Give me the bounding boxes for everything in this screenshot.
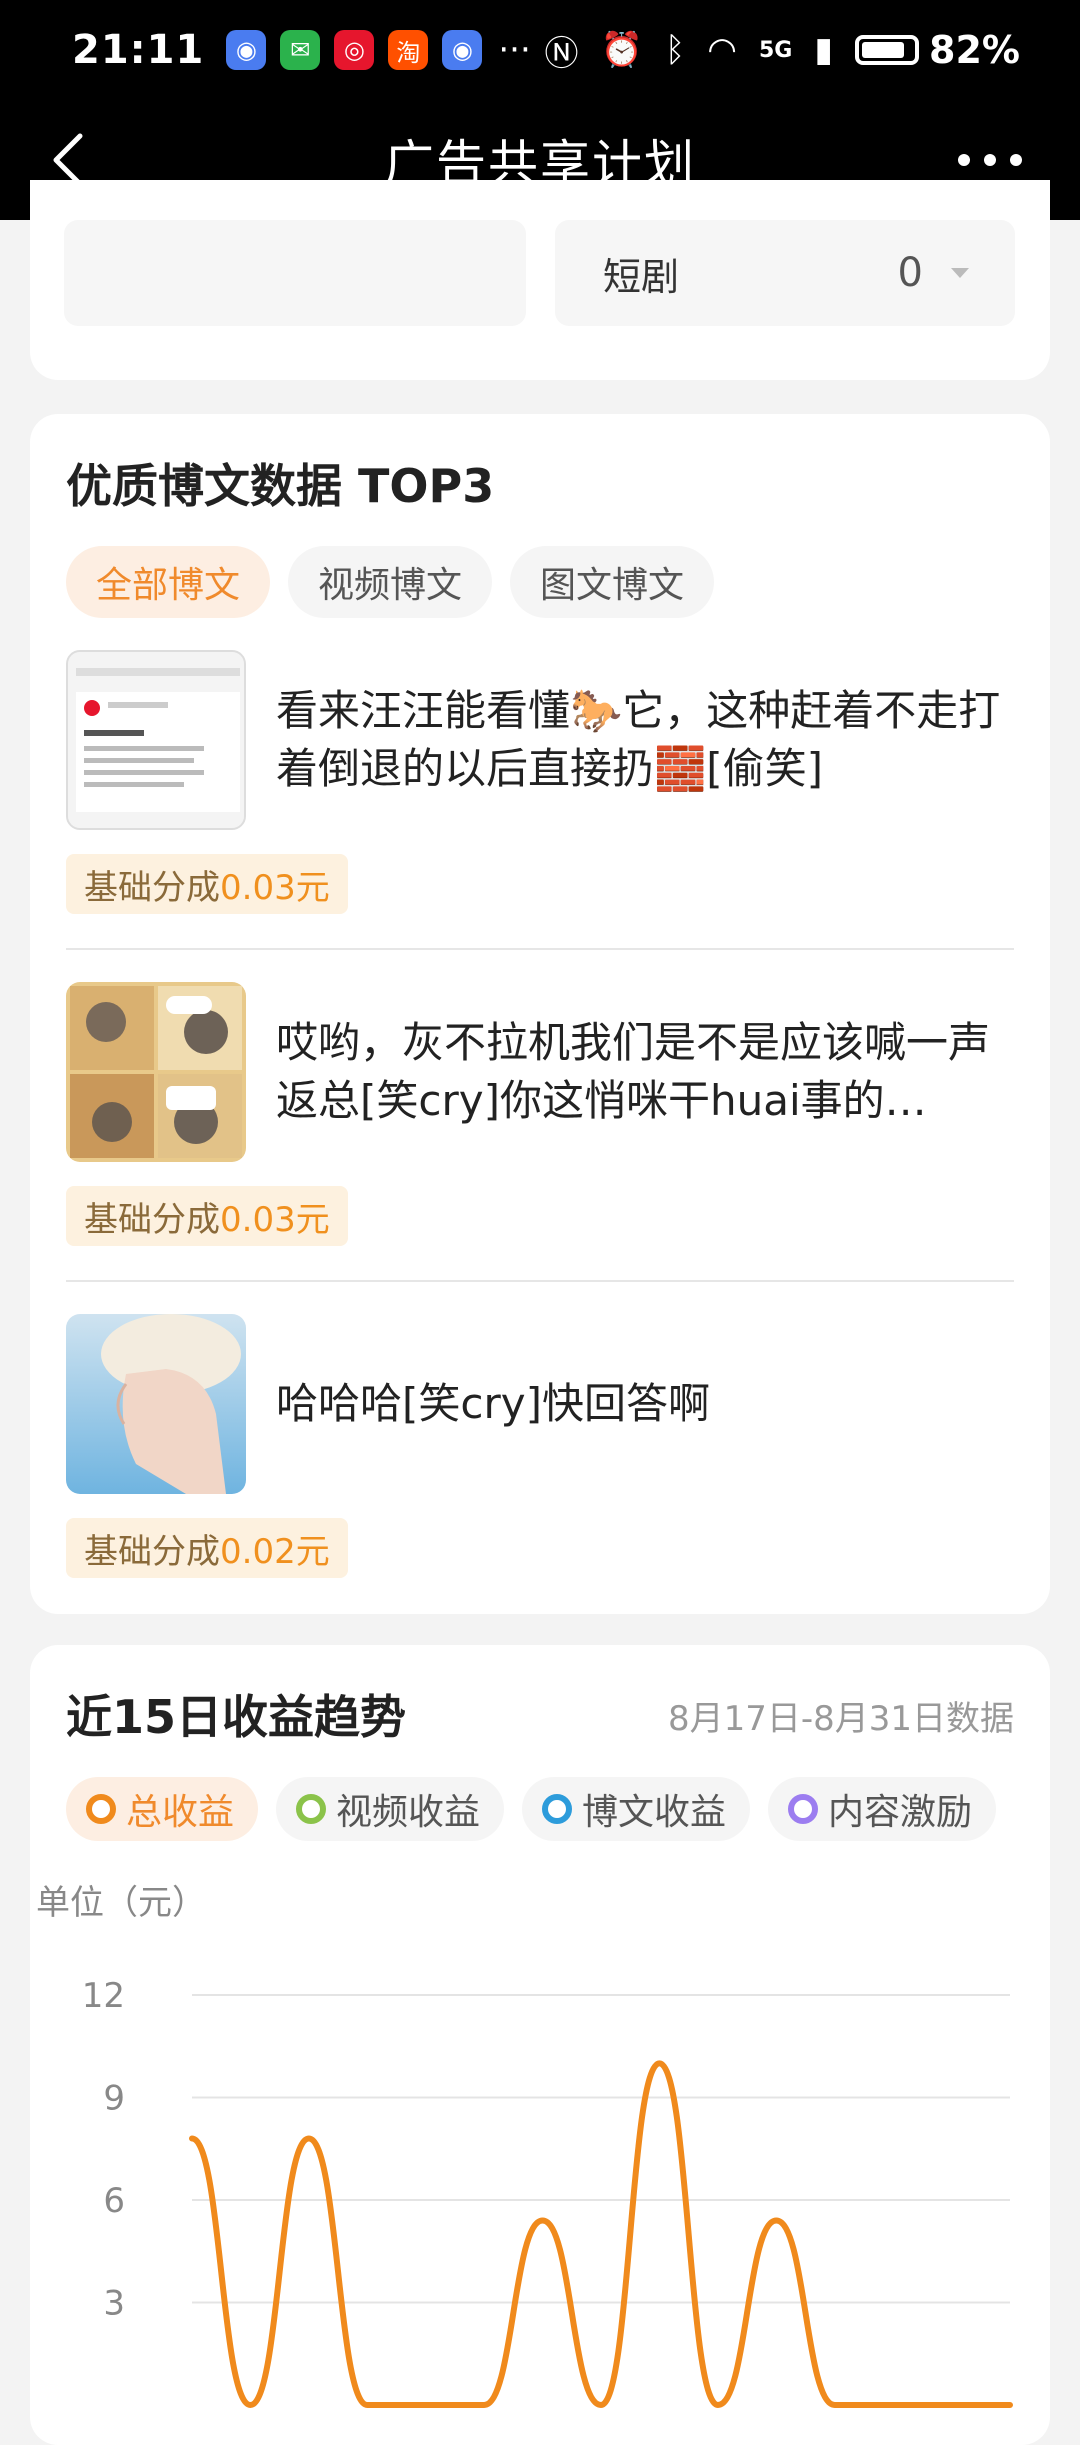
series-line-total-revenue (192, 2063, 1010, 2405)
y-tick-label: 12 (82, 1976, 125, 2016)
tab-all-posts[interactable]: 全部博文 (66, 546, 270, 618)
post-text: 哈哈哈[笑cry]快回答啊 (276, 1314, 1006, 1494)
legend-dot-icon (296, 1794, 326, 1824)
nfc-icon: Ⓝ (545, 26, 579, 75)
y-tick-label: 6 (103, 2181, 125, 2221)
tab-image-posts[interactable]: 图文博文 (510, 546, 714, 618)
post-item[interactable]: 哎哟，灰不拉机我们是不是应该喊一声返总[笑cry]你这悄咪干huai事的… 基础… (66, 982, 1014, 1298)
summary-row-value: 0 (898, 250, 923, 296)
post-thumbnail (66, 1314, 246, 1494)
battery-level: 82% (929, 28, 1020, 72)
legend-post-revenue[interactable]: 博文收益 (522, 1777, 750, 1841)
top-posts-card: 优质博文数据 TOP3 全部博文 视频博文 图文博文 看来汪汪能看懂🐎它，这种赶… (30, 414, 1050, 1614)
portrait-thumbnail-icon (66, 1314, 246, 1494)
more-dot-icon (958, 154, 970, 166)
status-bar: 21:11 ◉ ✉ ◎ 淘 ◉ ··· Ⓝ ⏰ ᛒ ◠ 5G ▮ 82% (0, 0, 1080, 100)
status-more-icon: ··· (498, 30, 530, 70)
divider (66, 1280, 1014, 1282)
summary-left-box (64, 220, 526, 326)
battery-icon (855, 35, 919, 65)
revenue-badge: 基础分成0.03元 (66, 854, 348, 914)
post-item[interactable]: 哈哈哈[笑cry]快回答啊 基础分成0.02元 (66, 1314, 1014, 1630)
revenue-line-chart: 12 9 6 3 (30, 1945, 1050, 2445)
badge-amount: 0.03元 (220, 1192, 330, 1241)
top-posts-title: 优质博文数据 TOP3 (66, 450, 494, 516)
post-thumbnail (66, 650, 246, 830)
alarm-icon: ⏰ (601, 30, 643, 70)
legend-label: 视频收益 (336, 1783, 480, 1835)
divider (66, 948, 1014, 950)
legend-total-revenue[interactable]: 总收益 (66, 1777, 258, 1841)
trend-title: 近15日收益趋势 (66, 1681, 406, 1747)
network-type: 5G (759, 38, 792, 63)
wechat-icon: ✉ (280, 30, 320, 70)
post-thumbnail (66, 982, 246, 1162)
comic-thumbnail-icon (66, 982, 246, 1162)
post-item[interactable]: 看来汪汪能看懂🐎它，这种赶着不走打着倒退的以后直接扔🧱[偷笑] 基础分成0.03… (66, 650, 1014, 966)
summary-card: 短剧 0 (30, 180, 1050, 380)
revenue-trend-card: 近15日收益趋势 8月17日-8月31日数据 总收益 视频收益 博文收益 内容激… (30, 1645, 1050, 2445)
app-blue-icon-2: ◉ (442, 30, 482, 70)
legend-dot-icon (542, 1794, 572, 1824)
legend-video-revenue[interactable]: 视频收益 (276, 1777, 504, 1841)
summary-row-label: 短剧 (603, 246, 679, 301)
app-blue-icon: ◉ (226, 30, 266, 70)
trend-legend: 总收益 视频收益 博文收益 内容激励 (66, 1777, 996, 1841)
status-app-icons: ◉ ✉ ◎ 淘 ◉ (226, 30, 482, 70)
trend-date-range: 8月17日-8月31日数据 (668, 1691, 1014, 1740)
signal-icon: ▮ (814, 30, 833, 70)
y-tick-label: 9 (103, 2079, 125, 2119)
taobao-icon: 淘 (388, 30, 428, 70)
post-text: 哎哟，灰不拉机我们是不是应该喊一声返总[笑cry]你这悄咪干huai事的… (276, 982, 1006, 1162)
badge-amount: 0.03元 (220, 860, 330, 909)
badge-label: 基础分成 (84, 1524, 220, 1573)
badge-amount: 0.02元 (220, 1524, 330, 1573)
summary-row-short-drama[interactable]: 短剧 0 (555, 220, 1015, 326)
revenue-badge: 基础分成0.03元 (66, 1186, 348, 1246)
legend-label: 博文收益 (582, 1783, 726, 1835)
tab-video-posts[interactable]: 视频博文 (288, 546, 492, 618)
legend-label: 内容激励 (828, 1783, 972, 1835)
legend-dot-icon (86, 1794, 116, 1824)
legend-content-incentive[interactable]: 内容激励 (768, 1777, 996, 1841)
status-indicators: Ⓝ ⏰ ᛒ ◠ 5G ▮ 82% (545, 26, 1020, 75)
bluetooth-icon: ᛒ (665, 30, 685, 70)
badge-label: 基础分成 (84, 860, 220, 909)
chart-unit-label: 单位（元） (36, 1875, 206, 1924)
legend-label: 总收益 (126, 1783, 234, 1835)
badge-label: 基础分成 (84, 1192, 220, 1241)
summary-right-box[interactable]: 短剧 0 (555, 220, 1015, 326)
wifi-icon: ◠ (707, 30, 737, 70)
post-type-tabs: 全部博文 视频博文 图文博文 (66, 546, 714, 618)
legend-dot-icon (788, 1794, 818, 1824)
status-time: 21:11 (72, 27, 204, 73)
revenue-badge: 基础分成0.02元 (66, 1518, 348, 1578)
more-dot-icon (1010, 154, 1022, 166)
weibo-icon: ◎ (334, 30, 374, 70)
more-dot-icon (984, 154, 996, 166)
y-tick-label: 3 (103, 2284, 125, 2324)
battery: 82% (855, 28, 1020, 72)
screenshot-thumbnail-icon (68, 652, 246, 830)
caret-down-icon (951, 268, 969, 278)
post-text: 看来汪汪能看懂🐎它，这种赶着不走打着倒退的以后直接扔🧱[偷笑] (276, 650, 1006, 830)
